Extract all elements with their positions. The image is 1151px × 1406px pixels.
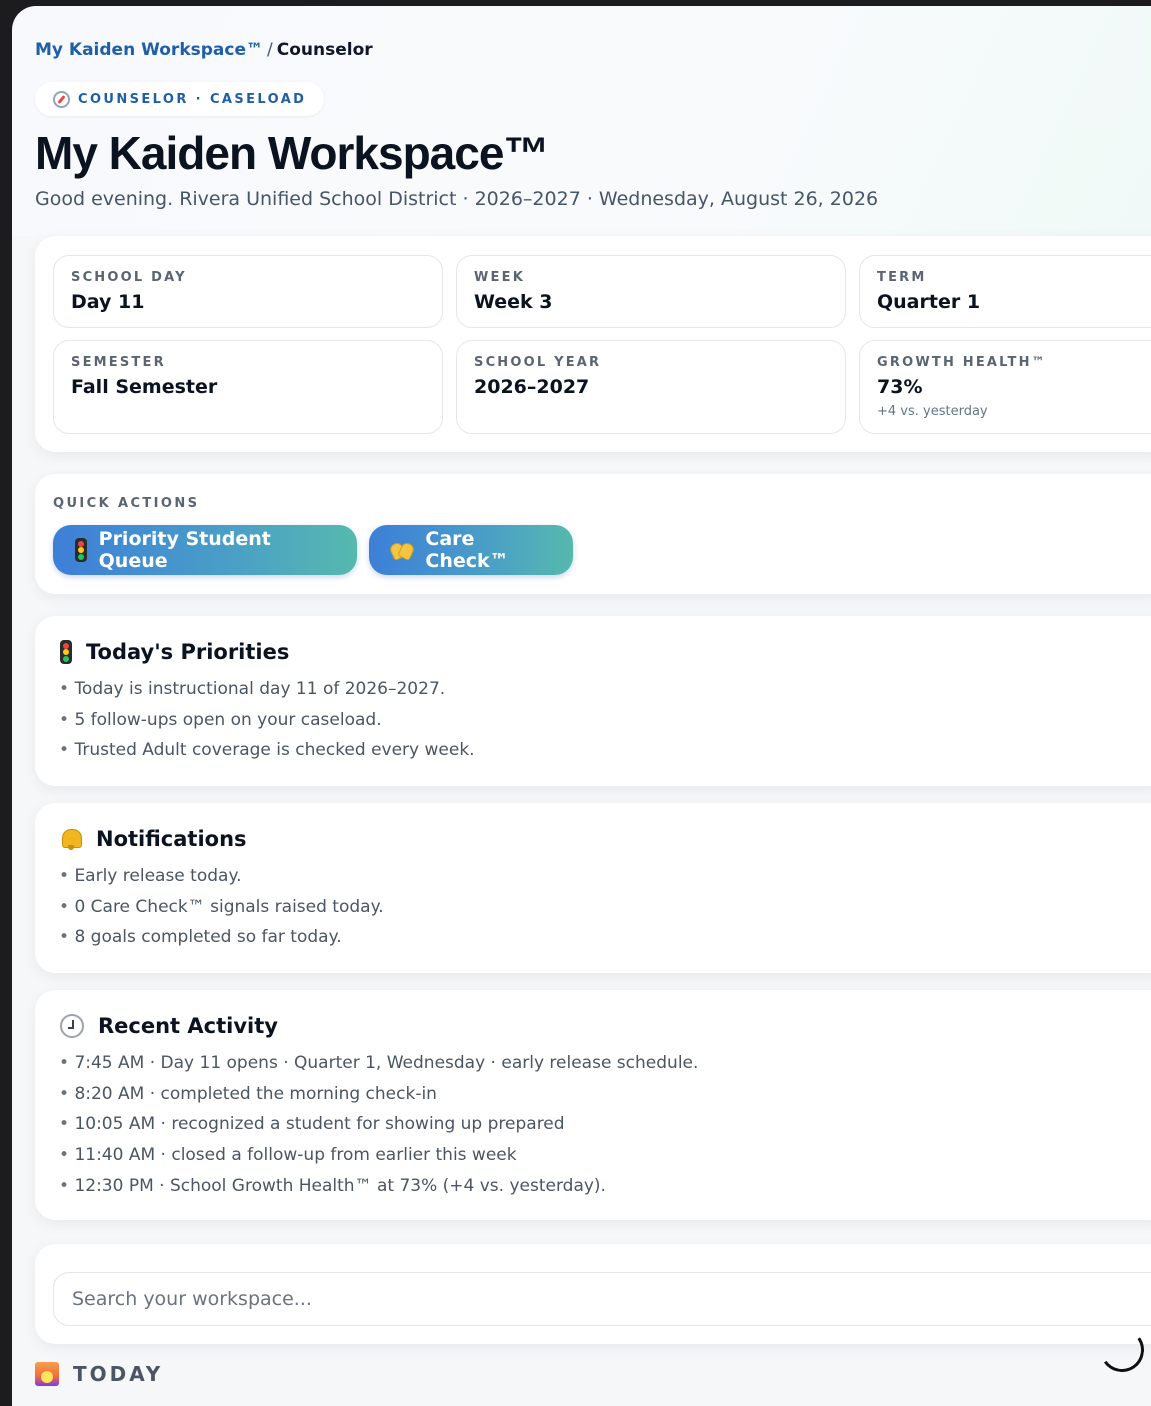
stat-label: SEMESTER <box>71 355 166 370</box>
quick-actions-card: QUICK ACTIONS Priority Student Queue Car… <box>35 474 1151 594</box>
stat-week: WEEK Week 3 <box>456 255 846 328</box>
panel-title-text: Today's Priorities <box>86 640 290 664</box>
stat-term: TERM Quarter 1 <box>859 255 1151 328</box>
role-pill-label: COUNSELOR · CASELOAD <box>78 91 307 107</box>
compass-icon <box>53 90 70 108</box>
role-pill: COUNSELOR · CASELOAD <box>35 82 325 116</box>
stat-school-year: SCHOOL YEAR 2026–2027 <box>456 340 846 434</box>
priorities-card: Today's Priorities Today is instructiona… <box>35 616 1151 786</box>
button-label: Priority Student Queue <box>98 528 271 572</box>
stat-school-day: SCHOOL DAY Day 11 <box>53 255 443 328</box>
sunrise-icon <box>35 1362 59 1386</box>
recent-activity-card: Recent Activity 7:45 AM · Day 11 opens ·… <box>35 990 1151 1220</box>
notifications-title: Notifications <box>60 827 247 851</box>
priority-student-queue-button[interactable]: Priority Student Queue <box>53 525 357 575</box>
notifications-card: Notifications Early release today. 0 Car… <box>35 803 1151 973</box>
stat-value: Day 11 <box>71 291 145 313</box>
stat-label: TERM <box>877 270 927 285</box>
stats-card: SCHOOL DAY Day 11 WEEK Week 3 TERM Quart… <box>35 236 1151 452</box>
list-item: 5 follow-ups open on your caseload. <box>59 705 475 736</box>
stat-value: 73% <box>877 376 923 398</box>
quick-actions-label: QUICK ACTIONS <box>53 496 200 511</box>
stat-value: Fall Semester <box>71 376 218 398</box>
stat-label: SCHOOL DAY <box>71 270 187 285</box>
search-input[interactable] <box>53 1272 1151 1326</box>
clock-icon <box>60 1014 84 1038</box>
workspace-window: My Kaiden Workspace™ / Counselor COUNSELOR… <box>12 6 1151 1406</box>
stat-value: Week 3 <box>474 291 553 313</box>
heart-hands-icon <box>391 541 413 559</box>
page-title: My Kaiden Workspace™ <box>35 127 549 179</box>
stat-value: Quarter 1 <box>877 291 981 313</box>
notifications-list: Early release today. 0 Care Check™ signa… <box>59 861 384 953</box>
search-card <box>35 1244 1151 1344</box>
bell-icon <box>60 828 82 850</box>
button-label: Care Check™ <box>425 528 509 572</box>
page-subtitle: Good evening. Rivera Unified School Dist… <box>35 188 879 210</box>
stat-growth-health: GROWTH HEALTH™ 73% +4 vs. yesterday <box>859 340 1151 434</box>
stat-label: SCHOOL YEAR <box>474 355 602 370</box>
activity-item: 12:30 PM · School Growth Health™ at 73% … <box>59 1171 698 1202</box>
traffic-light-icon <box>75 538 87 562</box>
list-item: Today is instructional day 11 of 2026–20… <box>59 674 475 705</box>
activity-item: 8:20 AM · completed the morning check-in <box>59 1079 698 1110</box>
care-check-button[interactable]: Care Check™ <box>369 525 573 575</box>
priorities-list: Today is instructional day 11 of 2026–20… <box>59 674 475 766</box>
activity-item: 7:45 AM · Day 11 opens · Quarter 1, Wedn… <box>59 1048 698 1079</box>
priorities-title: Today's Priorities <box>60 640 289 664</box>
list-item: 0 Care Check™ signals raised today. <box>59 892 383 923</box>
today-label: TODAY <box>73 1362 164 1386</box>
breadcrumb-separator: / <box>267 40 273 60</box>
breadcrumb: My Kaiden Workspace™ / Counselor <box>35 40 373 60</box>
stat-value: 2026–2027 <box>474 376 590 398</box>
activity-item: 11:40 AM · closed a follow-up from earli… <box>59 1140 698 1171</box>
today-section-header: TODAY <box>35 1362 163 1386</box>
panel-title-text: Recent Activity <box>98 1014 278 1038</box>
traffic-light-icon <box>60 640 72 664</box>
breadcrumb-current: Counselor <box>276 40 373 60</box>
stat-label: GROWTH HEALTH™ <box>877 355 1047 370</box>
list-item: Early release today. <box>59 861 384 892</box>
activity-item: 10:05 AM · recognized a student for show… <box>59 1109 698 1140</box>
recent-activity-title: Recent Activity <box>60 1014 278 1038</box>
recent-activity-list: 7:45 AM · Day 11 opens · Quarter 1, Wedn… <box>59 1048 698 1201</box>
list-item: 8 goals completed so far today. <box>59 922 384 953</box>
panel-title-text: Notifications <box>96 827 247 851</box>
stat-label: WEEK <box>474 270 525 285</box>
stat-semester: SEMESTER Fall Semester <box>53 340 443 434</box>
list-item: Trusted Adult coverage is checked every … <box>59 735 474 766</box>
breadcrumb-root-link[interactable]: My Kaiden Workspace™ <box>35 40 263 60</box>
stat-delta: +4 vs. yesterday <box>877 404 988 419</box>
